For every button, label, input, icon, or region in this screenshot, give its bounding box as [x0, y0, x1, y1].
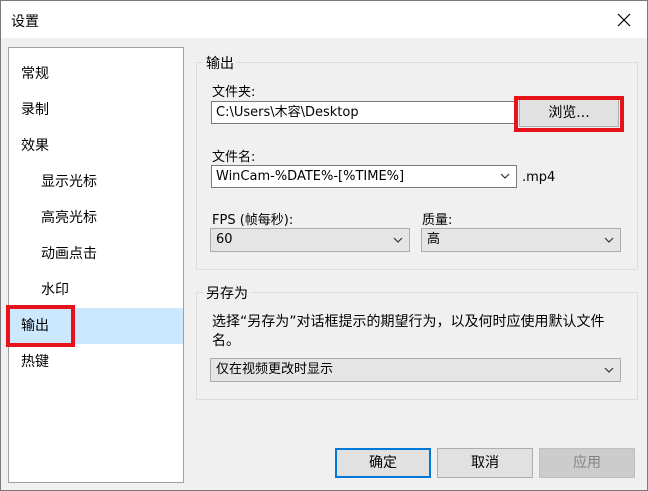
filename-combobox[interactable]: WinCam-%DATE%-[%TIME%]: [211, 165, 517, 188]
sidebar-item-hotkeys[interactable]: 热键: [9, 344, 183, 380]
sidebar-item-effects[interactable]: 效果: [9, 128, 183, 164]
quality-label: 质量:: [422, 213, 453, 228]
sidebar-item-show-cursor[interactable]: 显示光标: [9, 164, 183, 200]
ok-button[interactable]: 确定: [335, 448, 431, 478]
sidebar-item-animate-click[interactable]: 动画点击: [9, 236, 183, 272]
filename-label: 文件名:: [212, 150, 256, 165]
chevron-down-icon: [500, 173, 510, 179]
browse-button[interactable]: 浏览...: [519, 99, 619, 127]
sidebar-item-general[interactable]: 常规: [9, 56, 183, 92]
quality-value: 高: [427, 232, 441, 247]
saveas-description: 选择“另存为”对话框提示的期望行为，以及何时应使用默认文件名。: [212, 314, 605, 349]
folder-label: 文件夹:: [212, 85, 256, 100]
cancel-button[interactable]: 取消: [437, 448, 533, 478]
chevron-down-icon: [604, 237, 614, 243]
sidebar-item-watermark[interactable]: 水印: [9, 272, 183, 308]
chevron-down-icon: [393, 237, 403, 243]
sidebar-item-recording[interactable]: 录制: [9, 92, 183, 128]
close-icon: [617, 13, 631, 26]
apply-button[interactable]: 应用: [539, 448, 635, 478]
chevron-down-icon: [604, 367, 614, 373]
close-button[interactable]: [601, 1, 647, 38]
filename-value: WinCam-%DATE%-[%TIME%]: [216, 169, 405, 184]
output-group-title: 输出: [203, 53, 237, 73]
saveas-value: 仅在视频更改时显示: [216, 362, 334, 377]
sidebar-item-highlight-cursor[interactable]: 高亮光标: [9, 200, 183, 236]
window-title: 设置: [11, 14, 39, 30]
file-extension: .mp4: [522, 170, 556, 185]
fps-dropdown[interactable]: 60: [210, 228, 410, 252]
folder-input[interactable]: C:\Users\木容\Desktop: [211, 101, 517, 124]
saveas-dropdown[interactable]: 仅在视频更改时显示: [210, 358, 621, 382]
title-bar: 设置: [1, 1, 647, 38]
fps-label: FPS (帧每秒):: [212, 213, 294, 228]
saveas-group-title: 另存为: [203, 283, 251, 303]
quality-dropdown[interactable]: 高: [421, 228, 621, 252]
sidebar: 常规 录制 效果 显示光标 高亮光标 动画点击 水印 输出 热键: [8, 47, 184, 483]
settings-window: 设置 常规 录制 效果 显示光标 高亮光标 动画点击 水印 输出 热键 输出 文…: [0, 0, 648, 491]
fps-value: 60: [216, 232, 233, 247]
sidebar-item-output[interactable]: 输出: [9, 308, 183, 344]
